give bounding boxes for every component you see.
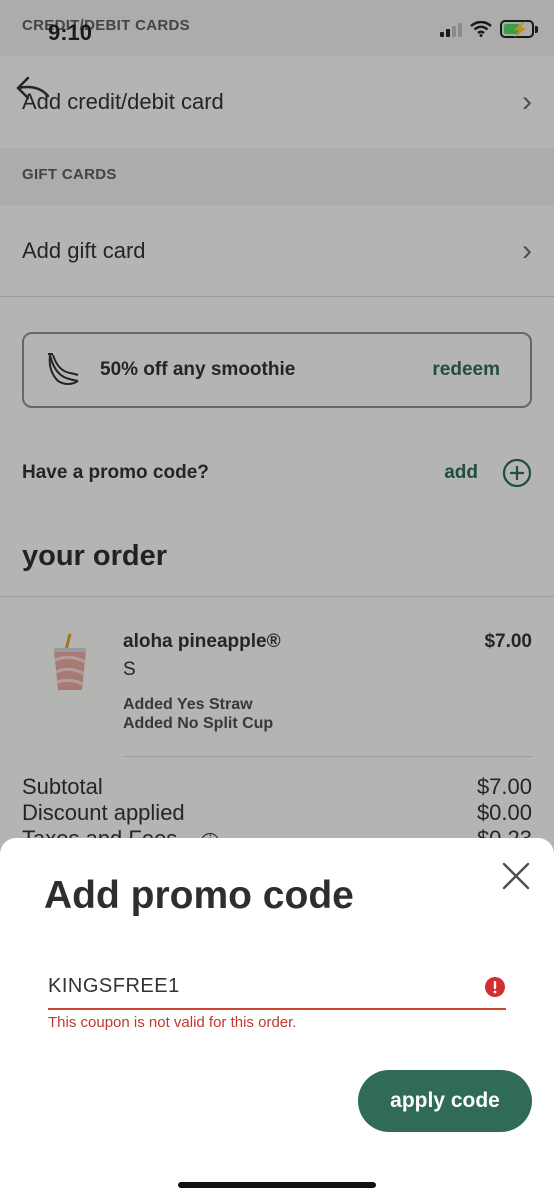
promo-code-input[interactable] — [48, 970, 458, 1002]
apply-code-button[interactable]: apply code — [358, 1070, 532, 1132]
promo-code-sheet: Add promo code This coupon is not valid … — [0, 838, 554, 1200]
input-underline — [48, 1008, 506, 1010]
home-indicator[interactable] — [178, 1182, 376, 1188]
error-message: This coupon is not valid for this order. — [48, 1014, 297, 1031]
close-icon[interactable] — [500, 860, 532, 892]
sheet-title: Add promo code — [44, 874, 354, 917]
error-icon — [485, 977, 505, 997]
